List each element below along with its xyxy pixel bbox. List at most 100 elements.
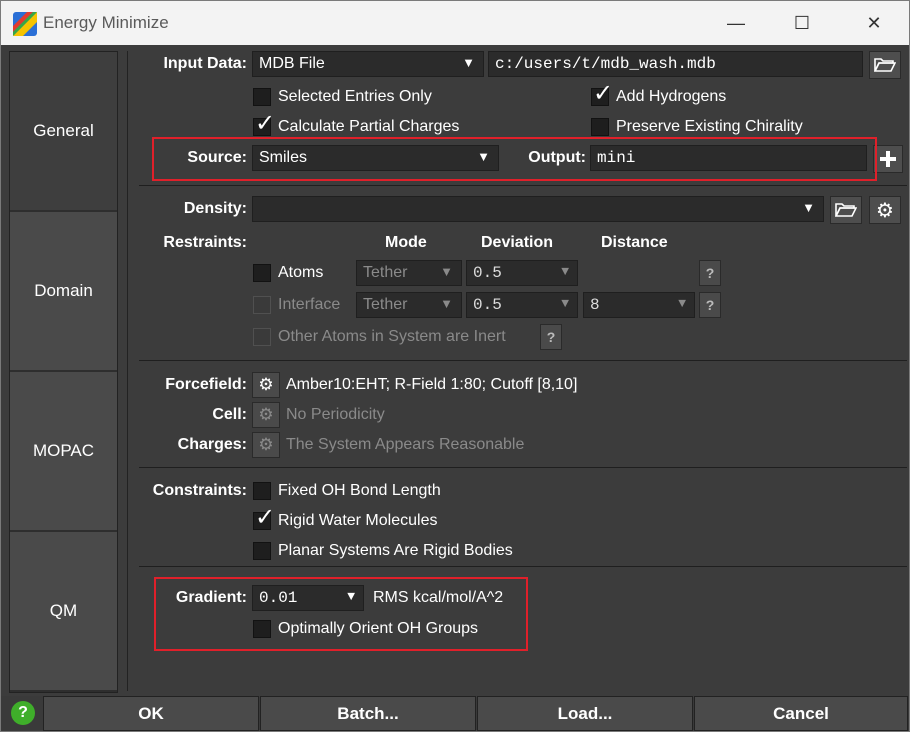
highlight-box-source-output [152, 137, 877, 181]
maximize-button[interactable]: ☐ [767, 1, 837, 45]
atoms-mode-select[interactable]: Tether ▼ [356, 260, 462, 286]
inert-label: Other Atoms in System are Inert [278, 328, 506, 345]
charges-settings-button[interactable]: ⚙ [252, 432, 280, 458]
chevron-down-icon: ▼ [561, 296, 569, 311]
planar-label: Planar Systems Are Rigid Bodies [278, 542, 513, 559]
preserve-chirality-checkbox[interactable] [591, 118, 609, 136]
interface-checkbox[interactable] [253, 296, 271, 314]
preserve-chirality-label: Preserve Existing Chirality [616, 118, 803, 135]
help-button[interactable]: ? [11, 701, 35, 725]
atoms-help-button[interactable]: ? [699, 260, 721, 286]
tab-general-label: General [33, 121, 94, 140]
atoms-checkbox[interactable] [253, 264, 271, 282]
gear-icon: ⚙ [876, 198, 894, 222]
calculate-partial-charges-label: Calculate Partial Charges [278, 118, 460, 135]
app-icon [13, 12, 37, 36]
tab-qm[interactable]: QM [10, 532, 117, 692]
inert-checkbox[interactable] [253, 328, 271, 346]
interface-mode-select[interactable]: Tether ▼ [356, 292, 462, 318]
input-type-select[interactable]: MDB File ▼ [252, 51, 484, 77]
tab-domain-label: Domain [34, 281, 93, 300]
calculate-partial-charges-checkbox[interactable]: ✓ [253, 111, 275, 136]
input-path-value: c:/users/t/mdb_wash.mdb [495, 55, 716, 73]
cancel-button[interactable]: Cancel [694, 696, 908, 731]
input-path-field[interactable]: c:/users/t/mdb_wash.mdb [488, 51, 863, 77]
checkmark-icon: ✓ [593, 79, 614, 107]
forcefield-label: Forcefield: [165, 376, 247, 393]
interface-deviation-field[interactable]: 0.5 ▼ [466, 292, 578, 318]
tab-general[interactable]: General [10, 52, 117, 212]
chevron-down-icon: ▼ [462, 55, 475, 70]
interface-distance-field[interactable]: 8 ▼ [583, 292, 695, 318]
chevron-down-icon: ▼ [440, 264, 453, 279]
load-label: Load... [557, 703, 613, 723]
atoms-deviation-value: 0.5 [473, 264, 502, 282]
folder-icon [835, 203, 857, 217]
cell-label: Cell: [212, 406, 247, 423]
close-icon: ✕ [866, 12, 882, 33]
help-icon: ? [705, 297, 715, 313]
chevron-down-icon: ▼ [802, 200, 815, 215]
inert-help-button[interactable]: ? [540, 324, 562, 350]
rigid-water-checkbox[interactable]: ✓ [253, 505, 275, 530]
add-output-button[interactable] [873, 145, 903, 173]
checkmark-icon: ✓ [255, 503, 276, 531]
selected-entries-only-label: Selected Entries Only [278, 88, 432, 105]
button-bar: ? OK Batch... Load... Cancel [1, 696, 909, 731]
cell-value: No Periodicity [286, 406, 385, 423]
batch-button[interactable]: Batch... [260, 696, 476, 731]
gear-icon: ⚙ [258, 375, 274, 395]
input-data-label: Input Data: [163, 55, 247, 72]
rigid-water-label: Rigid Water Molecules [278, 512, 438, 529]
cell-settings-button[interactable]: ⚙ [252, 402, 280, 428]
separator [139, 360, 907, 361]
minimize-button[interactable]: — [701, 1, 771, 45]
forcefield-settings-button[interactable]: ⚙ [252, 372, 280, 398]
batch-label: Batch... [337, 703, 399, 723]
density-open-button[interactable] [830, 196, 862, 224]
tab-mopac[interactable]: MOPAC [10, 372, 117, 532]
density-settings-button[interactable]: ⚙ [869, 196, 901, 224]
gear-icon: ⚙ [258, 435, 274, 455]
maximize-icon: ☐ [793, 12, 811, 33]
chevron-down-icon: ▼ [440, 296, 453, 311]
close-button[interactable]: ✕ [839, 1, 909, 45]
help-icon: ? [546, 329, 556, 345]
density-label: Density: [183, 200, 247, 217]
atoms-mode-value: Tether [363, 264, 408, 281]
minimize-icon: — [727, 12, 745, 33]
interface-help-button[interactable]: ? [699, 292, 721, 318]
mode-header: Mode [385, 234, 427, 251]
load-button[interactable]: Load... [477, 696, 693, 731]
separator [139, 467, 907, 468]
input-type-value: MDB File [259, 55, 325, 72]
constraints-label: Constraints: [152, 482, 247, 499]
gear-icon: ⚙ [258, 405, 274, 425]
chevron-down-icon: ▼ [561, 264, 569, 279]
atoms-deviation-field[interactable]: 0.5 ▼ [466, 260, 578, 286]
energy-minimize-window: Energy Minimize — ☐ ✕ General Domain MOP… [0, 0, 910, 732]
plus-icon [880, 151, 896, 167]
restraints-label: Restraints: [163, 234, 247, 251]
density-select[interactable]: ▼ [252, 196, 824, 222]
highlight-box-gradient [154, 577, 528, 651]
add-hydrogens-label: Add Hydrogens [616, 88, 727, 105]
side-tabs: General Domain MOPAC QM [9, 51, 118, 693]
interface-distance-value: 8 [590, 296, 600, 314]
atoms-label: Atoms [278, 264, 324, 281]
ok-label: OK [138, 703, 164, 723]
interface-mode-value: Tether [363, 296, 408, 313]
tab-domain[interactable]: Domain [10, 212, 117, 372]
planar-checkbox[interactable] [253, 542, 271, 560]
open-file-button[interactable] [869, 51, 901, 79]
tab-mopac-label: MOPAC [32, 441, 95, 460]
charges-label: Charges: [177, 436, 247, 453]
separator [139, 566, 907, 567]
distance-header: Distance [601, 234, 668, 251]
interface-label: Interface [278, 296, 341, 313]
add-hydrogens-checkbox[interactable]: ✓ [591, 81, 613, 106]
ok-button[interactable]: OK [43, 696, 259, 731]
chevron-down-icon: ▼ [678, 296, 686, 311]
fixed-oh-checkbox[interactable] [253, 482, 271, 500]
selected-entries-only-checkbox[interactable] [253, 88, 271, 106]
